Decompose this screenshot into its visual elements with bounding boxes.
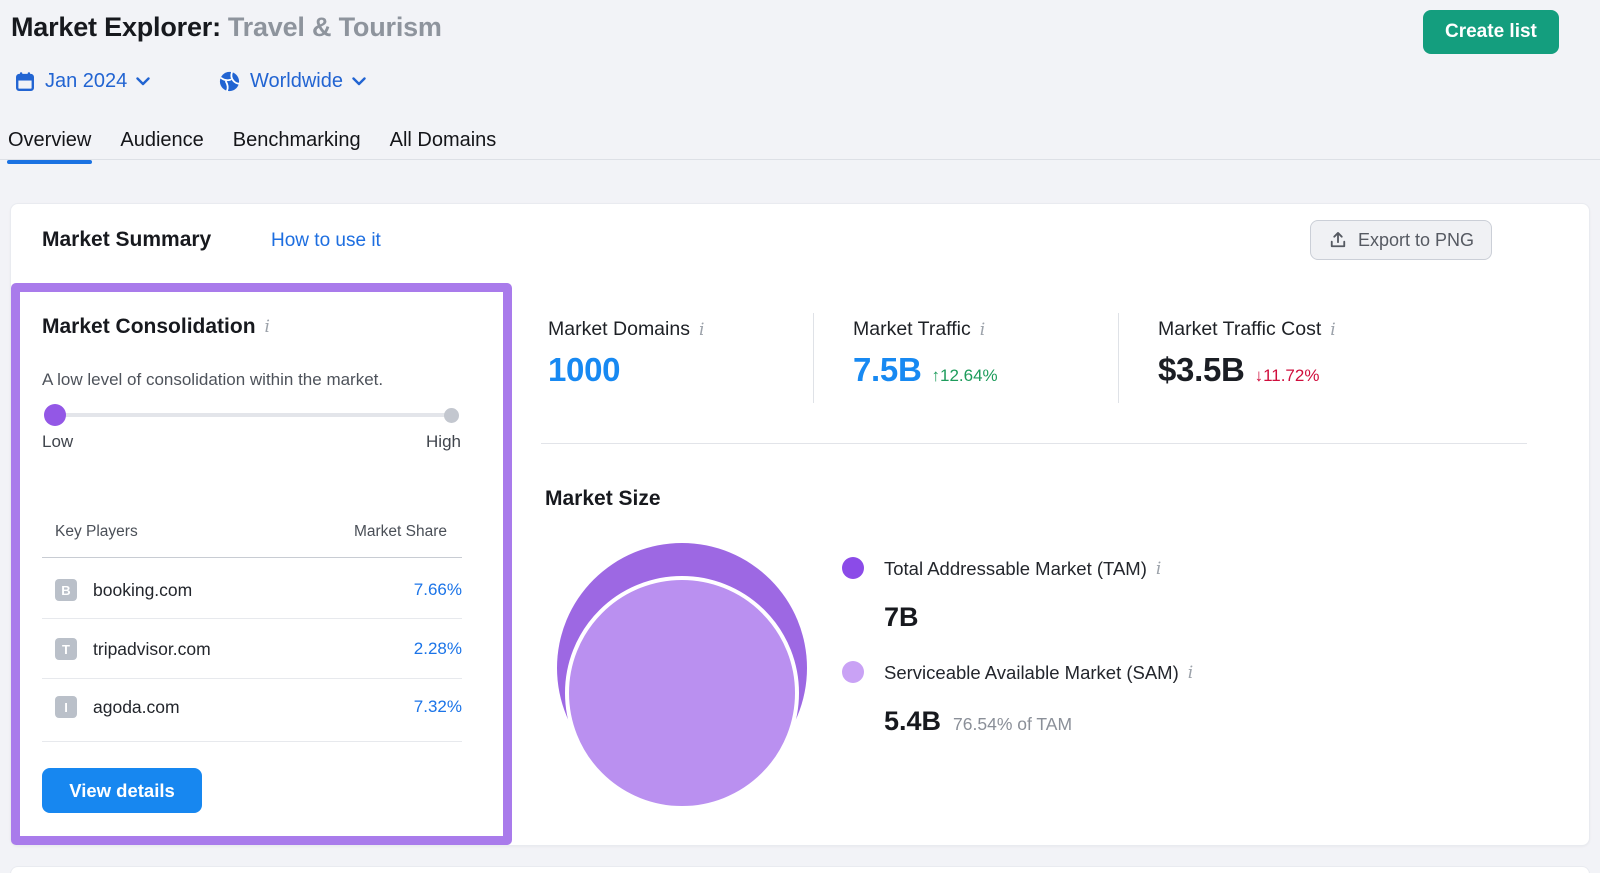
consolidation-description: A low level of consolidation within the …: [42, 370, 472, 390]
player-share: 7.32%: [414, 697, 462, 717]
favicon-badge: T: [55, 638, 77, 660]
stat-label: Market Traffic Cost i: [1158, 318, 1336, 341]
upload-icon: [1328, 230, 1348, 250]
view-details-button[interactable]: View details: [42, 768, 202, 813]
table-row: I agoda.com 7.32%: [42, 685, 462, 729]
consolidation-slider-end-cap[interactable]: [444, 408, 459, 423]
tam-label-text: Total Addressable Market (TAM): [884, 558, 1147, 580]
slider-low-label: Low: [42, 432, 73, 452]
tab-bar: Overview Audience Benchmarking All Domai…: [7, 129, 497, 162]
tab-audience[interactable]: Audience: [119, 129, 204, 162]
market-explorer-screen: Market Explorer:Travel & Tourism Create …: [0, 0, 1600, 873]
stat-change-badge: ↓11.72%: [1255, 366, 1320, 386]
stats-divider: [1118, 313, 1119, 403]
info-icon[interactable]: i: [1188, 663, 1193, 683]
sam-legend-dot: [842, 661, 864, 683]
info-icon[interactable]: i: [1156, 559, 1161, 579]
consolidation-slider-track[interactable]: [48, 413, 455, 417]
player-domain: agoda.com: [93, 697, 180, 718]
date-selector-value: Jan 2024: [45, 70, 127, 93]
info-icon[interactable]: i: [980, 320, 985, 340]
stat-value: $3.5B: [1158, 351, 1245, 389]
market-consolidation-title: Market Consolidation i: [42, 315, 270, 339]
chevron-down-icon: [136, 77, 150, 86]
sam-bubble: [565, 576, 799, 810]
stat-market-traffic-cost: Market Traffic Cost i $3.5B ↓11.72%: [1158, 318, 1336, 389]
player-domain: tripadvisor.com: [93, 639, 211, 660]
export-label: Export to PNG: [1358, 230, 1474, 251]
info-icon[interactable]: i: [265, 317, 270, 337]
row-divider: [42, 741, 462, 742]
stat-label-text: Market Domains: [548, 318, 690, 341]
player-domain: booking.com: [93, 580, 192, 601]
market-consolidation-title-text: Market Consolidation: [42, 315, 256, 339]
info-icon[interactable]: i: [1330, 320, 1335, 340]
row-divider: [42, 618, 462, 619]
tam-legend-label: Total Addressable Market (TAM) i: [884, 558, 1161, 580]
globe-icon: [218, 70, 241, 93]
slider-high-label: High: [400, 432, 461, 452]
next-card-edge: [10, 866, 1590, 873]
stat-market-domains: Market Domains i 1000: [548, 318, 704, 389]
region-selector-value: Worldwide: [250, 70, 343, 93]
page-title-prefix: Market Explorer:: [11, 12, 221, 42]
tam-value: 7B: [884, 602, 919, 633]
section-divider: [541, 443, 1527, 444]
chevron-down-icon: [352, 77, 366, 86]
stat-label: Market Domains i: [548, 318, 704, 341]
stat-change-badge: ↑12.64%: [932, 366, 998, 386]
how-to-use-link[interactable]: How to use it: [271, 230, 381, 252]
stat-label: Market Traffic i: [853, 318, 998, 341]
card-title: Market Summary: [42, 228, 211, 252]
stat-value: 1000: [548, 351, 620, 389]
table-header-divider: [42, 557, 462, 558]
export-to-png-button[interactable]: Export to PNG: [1310, 220, 1492, 260]
tab-benchmarking[interactable]: Benchmarking: [232, 129, 362, 162]
tam-legend-dot: [842, 557, 864, 579]
calendar-icon: [14, 71, 36, 93]
stat-label-text: Market Traffic: [853, 318, 971, 341]
region-selector[interactable]: Worldwide: [218, 70, 366, 93]
stat-market-traffic: Market Traffic i 7.5B ↑12.64%: [853, 318, 998, 389]
market-share-column-header: Market Share: [260, 523, 447, 541]
tab-all-domains[interactable]: All Domains: [389, 129, 498, 162]
page-title: Market Explorer:Travel & Tourism: [11, 12, 442, 43]
player-share: 2.28%: [414, 639, 462, 659]
market-summary-card: [10, 203, 1590, 846]
stats-divider: [813, 313, 814, 403]
tabs-divider: [0, 159, 1600, 160]
sam-legend-label: Serviceable Available Market (SAM) i: [884, 662, 1193, 684]
page-title-market: Travel & Tourism: [228, 12, 442, 42]
row-divider: [42, 678, 462, 679]
player-share: 7.66%: [414, 580, 462, 600]
favicon-badge: I: [55, 696, 77, 718]
key-players-column-header: Key Players: [55, 523, 138, 541]
favicon-badge: B: [55, 579, 77, 601]
consolidation-slider-handle[interactable]: [44, 404, 66, 426]
market-size-title: Market Size: [545, 487, 661, 511]
info-icon[interactable]: i: [699, 320, 704, 340]
sam-value: 5.4B: [884, 706, 941, 737]
create-list-label: Create list: [1445, 21, 1537, 43]
table-row: B booking.com 7.66%: [42, 568, 462, 612]
sam-percent-note: 76.54% of TAM: [953, 714, 1072, 735]
stat-label-text: Market Traffic Cost: [1158, 318, 1321, 341]
create-list-button[interactable]: Create list: [1423, 10, 1559, 54]
stat-value: 7.5B: [853, 351, 922, 389]
date-selector[interactable]: Jan 2024: [14, 70, 150, 93]
table-row: T tripadvisor.com 2.28%: [42, 627, 462, 671]
sam-label-text: Serviceable Available Market (SAM): [884, 662, 1179, 684]
tab-overview[interactable]: Overview: [7, 129, 92, 162]
